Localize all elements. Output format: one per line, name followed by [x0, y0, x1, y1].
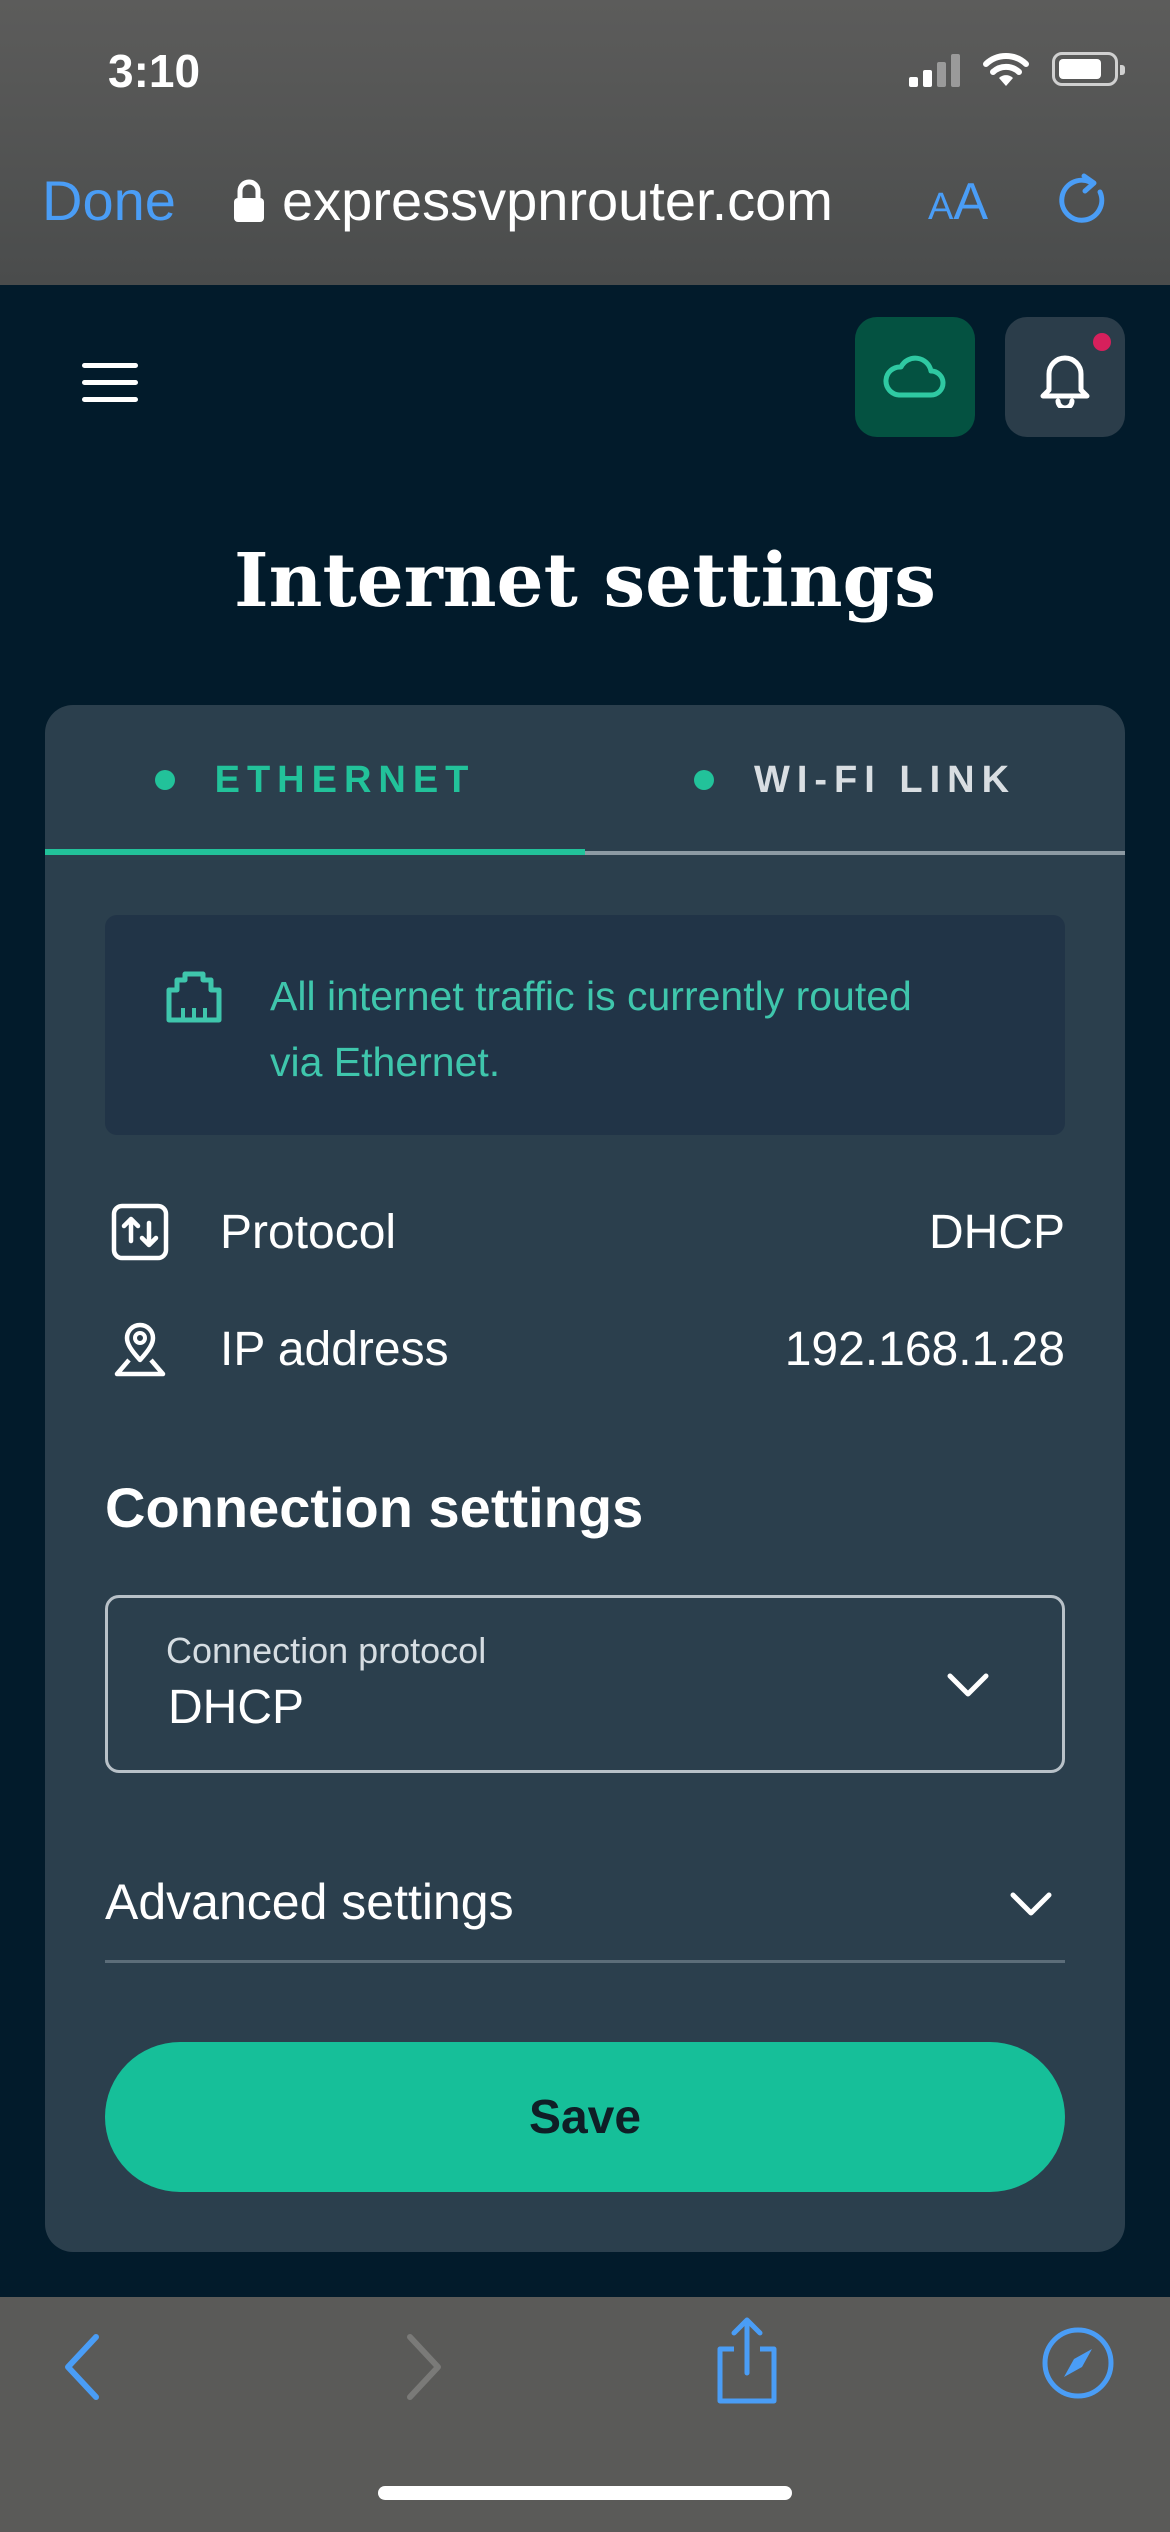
status-icons — [909, 50, 1125, 88]
back-button[interactable] — [58, 2327, 108, 2412]
browser-top-bar: 3:10 Done expressvpnrouter.com AA — [0, 0, 1170, 285]
routing-notice-text: All internet traffic is currently routed… — [270, 963, 1030, 1095]
status-dot-icon — [154, 770, 175, 790]
done-button[interactable]: Done — [42, 168, 176, 233]
chevron-down-icon — [947, 1673, 989, 1697]
cloud-status-button[interactable] — [855, 317, 975, 437]
notification-badge — [1093, 333, 1111, 351]
protocol-value: DHCP — [928, 1205, 1065, 1259]
protocol-row: Protocol DHCP — [105, 1192, 1065, 1272]
ip-address-value: 192.168.1.28 — [784, 1322, 1065, 1376]
status-time: 3:10 — [108, 45, 201, 97]
cellular-signal-icon — [909, 51, 960, 87]
save-button[interactable]: Save — [105, 2042, 1065, 2192]
advanced-settings-label: Advanced settings — [105, 1874, 514, 1930]
chevron-left-icon — [65, 2334, 99, 2400]
tab-label: ETHERNET — [214, 758, 476, 801]
page-title: Internet settings — [234, 538, 936, 624]
bell-icon — [1040, 355, 1090, 408]
connection-protocol-value: DHCP — [168, 1681, 305, 1734]
ip-address-row: IP address 192.168.1.28 — [105, 1309, 1065, 1389]
notice-line-2: via Ethernet. — [270, 1039, 501, 1085]
address-bar[interactable]: expressvpnrouter.com — [232, 168, 833, 233]
cloud-icon — [883, 355, 946, 398]
connection-settings-heading: Connection settings — [105, 1476, 644, 1539]
web-page: Internet settings ETHERNET WI-FI LINK Al… — [0, 285, 1170, 2297]
share-icon — [717, 2317, 777, 2404]
ip-address-label: IP address — [220, 1322, 449, 1376]
protocol-label: Protocol — [220, 1205, 397, 1259]
settings-card: ETHERNET WI-FI LINK All internet traffic… — [45, 705, 1125, 2252]
connection-protocol-select[interactable]: Connection protocol DHCP — [105, 1595, 1065, 1773]
tab-bar: ETHERNET WI-FI LINK — [45, 705, 1125, 855]
home-indicator — [378, 2486, 792, 2500]
battery-icon — [1052, 52, 1125, 86]
notifications-button[interactable] — [1005, 317, 1125, 437]
url-text: expressvpnrouter.com — [282, 169, 833, 232]
tab-wifi-link[interactable]: WI-FI LINK — [585, 705, 1125, 855]
chevron-down-icon — [1010, 1892, 1052, 1916]
forward-button[interactable] — [398, 2327, 448, 2412]
compass-icon — [1042, 2327, 1114, 2399]
tab-ethernet[interactable]: ETHERNET — [45, 705, 585, 855]
notice-line-1: All internet traffic is currently routed — [270, 973, 912, 1019]
status-dot-icon — [693, 770, 714, 790]
wifi-icon — [983, 53, 1029, 86]
lock-icon — [234, 179, 264, 222]
menu-button[interactable] — [82, 363, 138, 414]
protocol-icon — [105, 1197, 175, 1267]
reload-button[interactable] — [1054, 172, 1112, 235]
chevron-right-icon — [407, 2334, 441, 2400]
share-button[interactable] — [712, 2315, 782, 2410]
safari-compass-button[interactable] — [1040, 2325, 1116, 2406]
reload-icon — [1059, 173, 1105, 223]
tab-label: WI-FI LINK — [753, 758, 1017, 801]
active-tab-indicator — [45, 849, 585, 855]
connection-protocol-label: Connection protocol — [166, 1630, 487, 1671]
routing-notice: All internet traffic is currently routed… — [105, 915, 1065, 1135]
location-pin-icon — [105, 1314, 175, 1384]
advanced-settings-toggle[interactable]: Advanced settings — [105, 1853, 1065, 1963]
text-size-button[interactable]: AA — [928, 172, 988, 232]
ethernet-port-icon — [166, 971, 222, 1023]
screen: 3:10 Done expressvpnrouter.com AA Intern… — [0, 0, 1170, 2532]
